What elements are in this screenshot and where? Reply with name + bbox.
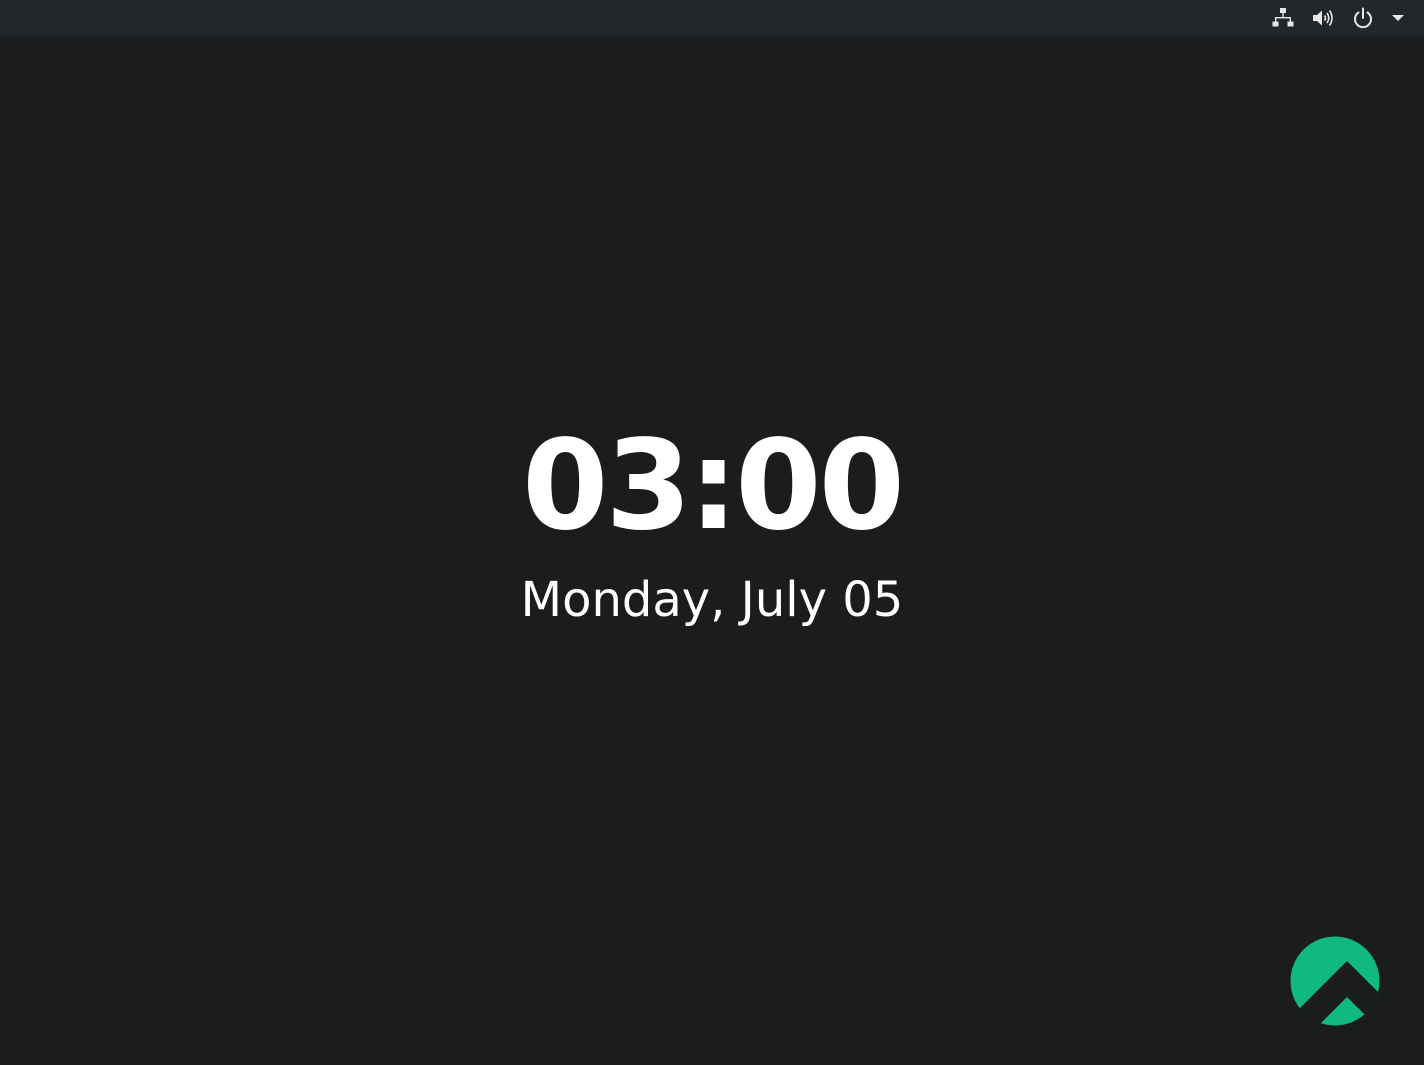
network-wired-icon [1270,5,1296,31]
chevron-down-icon [1390,5,1406,31]
power-icon [1350,5,1376,31]
clock-date: Monday, July 05 [520,572,904,628]
clock-time: 03:00 [522,414,905,558]
lock-clock: 03:00 Monday, July 05 [0,418,1424,628]
volume-icon [1310,5,1336,31]
lock-screen[interactable]: 03:00 Monday, July 05 [0,0,1424,1065]
rocky-linux-logo [1289,935,1381,1027]
system-status-menu[interactable] [1266,0,1410,36]
top-bar [0,0,1424,37]
